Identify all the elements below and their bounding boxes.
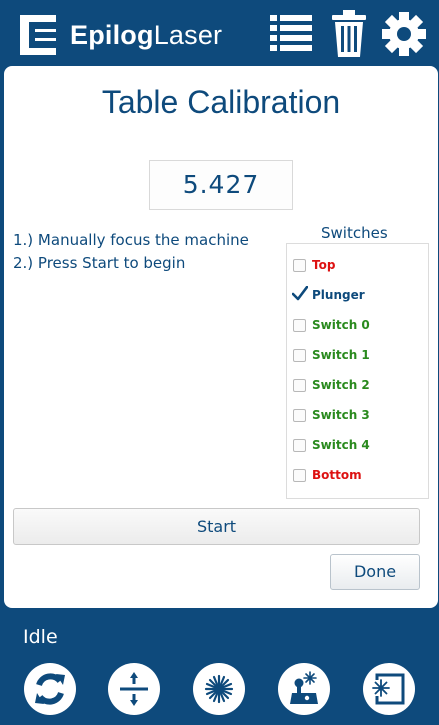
switch-4: Switch 4 (293, 436, 370, 454)
switch-label-bottom: Bottom (312, 468, 362, 482)
switches-panel: Top Plunger Switch 0 Switch 1 Switch 2 S… (286, 243, 429, 499)
joystick-icon (290, 671, 318, 704)
main-panel: Table Calibration 5.427 1.) Manually foc… (4, 66, 438, 608)
calibration-value-display: 5.427 (149, 160, 293, 210)
machine-status: Idle (23, 626, 58, 648)
checkbox-switch-0 (293, 318, 306, 332)
gear-icon[interactable] (380, 10, 428, 62)
start-button[interactable]: Start (13, 508, 420, 545)
epilog-logo: EpilogLaser (20, 13, 222, 57)
top-bar: EpilogLaser (0, 0, 439, 66)
refresh-button[interactable] (24, 663, 76, 715)
switch-label-4: Switch 4 (312, 438, 370, 452)
switches-title: Switches (321, 224, 388, 242)
trash-icon[interactable] (330, 10, 368, 62)
switch-0: Switch 0 (293, 316, 370, 334)
switch-plunger: Plunger (292, 285, 365, 304)
switch-1: Switch 1 (293, 346, 370, 364)
focus-icon (120, 672, 148, 706)
focus-button[interactable] (108, 663, 160, 715)
laser-icon (204, 674, 234, 704)
switch-2: Switch 2 (293, 376, 370, 394)
switch-label-top: Top (312, 258, 336, 272)
instruction-step-2: 2.) Press Start to begin (13, 254, 186, 272)
refresh-icon (35, 673, 65, 705)
switch-top: Top (293, 256, 335, 274)
switch-3: Switch 3 (293, 406, 370, 424)
list-icon[interactable] (268, 10, 314, 60)
checkbox-bottom (293, 468, 306, 482)
epilog-logo-mark (20, 15, 56, 55)
done-button[interactable]: Done (330, 554, 420, 590)
checkbox-top (293, 258, 306, 272)
switch-label-1: Switch 1 (312, 348, 370, 362)
switch-label-0: Switch 0 (312, 318, 370, 332)
checkbox-switch-4 (293, 438, 306, 452)
logo-text: EpilogLaser (70, 19, 223, 50)
switch-label-plunger: Plunger (312, 288, 365, 302)
checkbox-switch-2 (293, 378, 306, 392)
checkmark-icon (292, 285, 308, 302)
joystick-button[interactable] (278, 663, 330, 715)
switch-label-2: Switch 2 (312, 378, 370, 392)
laser-frame-button[interactable] (363, 663, 415, 715)
instruction-step-1: 1.) Manually focus the machine (13, 231, 249, 249)
switch-bottom: Bottom (293, 466, 362, 484)
laser-button[interactable] (193, 663, 245, 715)
checkbox-switch-1 (293, 348, 306, 362)
checkbox-switch-3 (293, 408, 306, 422)
laser-frame-icon (372, 673, 405, 705)
page-title: Table Calibration (101, 84, 341, 120)
switch-label-3: Switch 3 (312, 408, 370, 422)
